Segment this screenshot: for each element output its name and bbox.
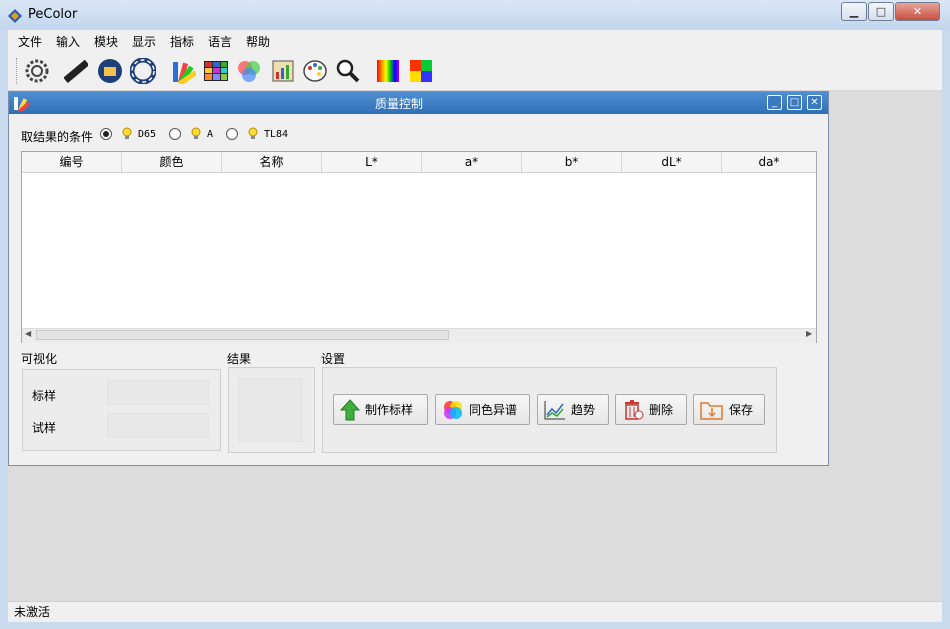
save-button[interactable]: 保存 (693, 394, 765, 425)
menu-file[interactable]: 文件 (18, 33, 42, 50)
menu-language[interactable]: 语言 (208, 33, 232, 50)
qc-maximize-button[interactable]: □ (787, 95, 802, 110)
color-square-icon[interactable] (407, 57, 435, 85)
visualization-label: 可视化 (21, 352, 58, 366)
menu-help[interactable]: 帮助 (246, 33, 270, 50)
close-button[interactable]: ✕ (895, 2, 940, 21)
qc-minimize-button[interactable]: _ (767, 95, 782, 110)
column-header-da[interactable]: da* (722, 152, 816, 172)
column-header-id[interactable]: 编号 (22, 152, 122, 172)
bulb-icon (191, 127, 201, 139)
close-icon: ✕ (810, 97, 819, 108)
result-swatch (238, 378, 303, 442)
color-circles-icon (444, 400, 462, 419)
column-header-color[interactable]: 颜色 (122, 152, 222, 172)
delete-label: 删除 (649, 403, 674, 417)
result-label: 结果 (227, 352, 252, 366)
menu-input[interactable]: 输入 (56, 33, 80, 50)
column-header-dl[interactable]: dL* (622, 152, 722, 172)
chart-report-icon[interactable] (269, 57, 297, 85)
column-header-a[interactable]: a* (422, 152, 522, 172)
menu-index[interactable]: 指标 (170, 33, 194, 50)
table-header: 编号 颜色 名称 L* a* b* dL* da* (22, 152, 816, 173)
up-arrow-icon (340, 398, 360, 420)
column-header-l[interactable]: L* (322, 152, 422, 172)
standard-swatch (107, 380, 209, 405)
results-table[interactable] (21, 151, 817, 343)
status-text: 未激活 (14, 605, 51, 619)
app-logo-icon (8, 9, 22, 23)
save-label: 保存 (729, 403, 754, 417)
trial-swatch (107, 413, 209, 438)
palette-icon[interactable] (301, 57, 329, 85)
make-standard-label: 制作标样 (365, 403, 414, 417)
scroll-right-icon[interactable]: ▶ (806, 329, 812, 338)
close-icon: ✕ (912, 5, 923, 18)
scroll-left-icon[interactable]: ◀ (25, 329, 31, 338)
illuminant-label-tl84: TL84 (264, 129, 289, 140)
delete-button[interactable]: 删除 (615, 394, 687, 425)
column-header-name[interactable]: 名称 (222, 152, 322, 172)
bulb-icon (248, 127, 258, 139)
folder-open-icon[interactable] (96, 57, 124, 85)
save-folder-icon (700, 401, 723, 420)
menu-display[interactable]: 显示 (132, 33, 156, 50)
condition-label: 取结果的条件 (21, 130, 94, 144)
column-header-b[interactable]: b* (522, 152, 622, 172)
minimize-icon: _ (772, 97, 777, 108)
trend-label: 趋势 (571, 403, 596, 417)
magnifier-icon[interactable] (334, 57, 362, 85)
maximize-button[interactable]: □ (868, 2, 894, 21)
color-grid-icon[interactable] (202, 57, 230, 85)
illuminant-label-d65: D65 (138, 129, 157, 140)
trial-label: 试样 (32, 421, 57, 435)
bulb-icon (122, 127, 132, 139)
metamerism-label: 同色异谱 (469, 403, 518, 417)
status-bar (8, 601, 942, 622)
illuminant-label-a: A (207, 129, 214, 140)
settings-label: 设置 (321, 352, 346, 366)
make-standard-button[interactable]: 制作标样 (333, 394, 428, 425)
rgb-circles-icon[interactable] (235, 57, 263, 85)
radio-tl84[interactable] (226, 128, 238, 140)
maximize-icon: □ (789, 97, 800, 108)
minimize-icon: ▁ (849, 5, 859, 18)
maximize-icon: □ (875, 5, 887, 18)
radio-d65[interactable] (100, 128, 112, 140)
minimize-button[interactable]: ▁ (841, 2, 867, 21)
radio-a[interactable] (169, 128, 181, 140)
scrollbar-thumb[interactable] (36, 330, 449, 340)
toolbar-grip[interactable] (16, 58, 19, 84)
window-title: PeColor (28, 7, 78, 22)
trend-chart-icon (544, 400, 565, 419)
menu-module[interactable]: 模块 (94, 33, 118, 50)
qc-close-button[interactable]: ✕ (807, 95, 822, 110)
trend-button[interactable]: 趋势 (537, 394, 609, 425)
metamerism-button[interactable]: 同色异谱 (435, 394, 530, 425)
window-titlebar[interactable] (0, 0, 950, 30)
ring-icon[interactable] (129, 57, 157, 85)
spectrum-icon[interactable] (374, 57, 402, 85)
qc-window-title: 质量控制 (374, 97, 423, 111)
settings-icon[interactable] (23, 57, 51, 85)
ruler-icon[interactable] (62, 57, 90, 85)
fan-deck-icon[interactable] (169, 57, 197, 85)
standard-label: 标样 (32, 389, 57, 403)
trash-icon (625, 399, 644, 420)
